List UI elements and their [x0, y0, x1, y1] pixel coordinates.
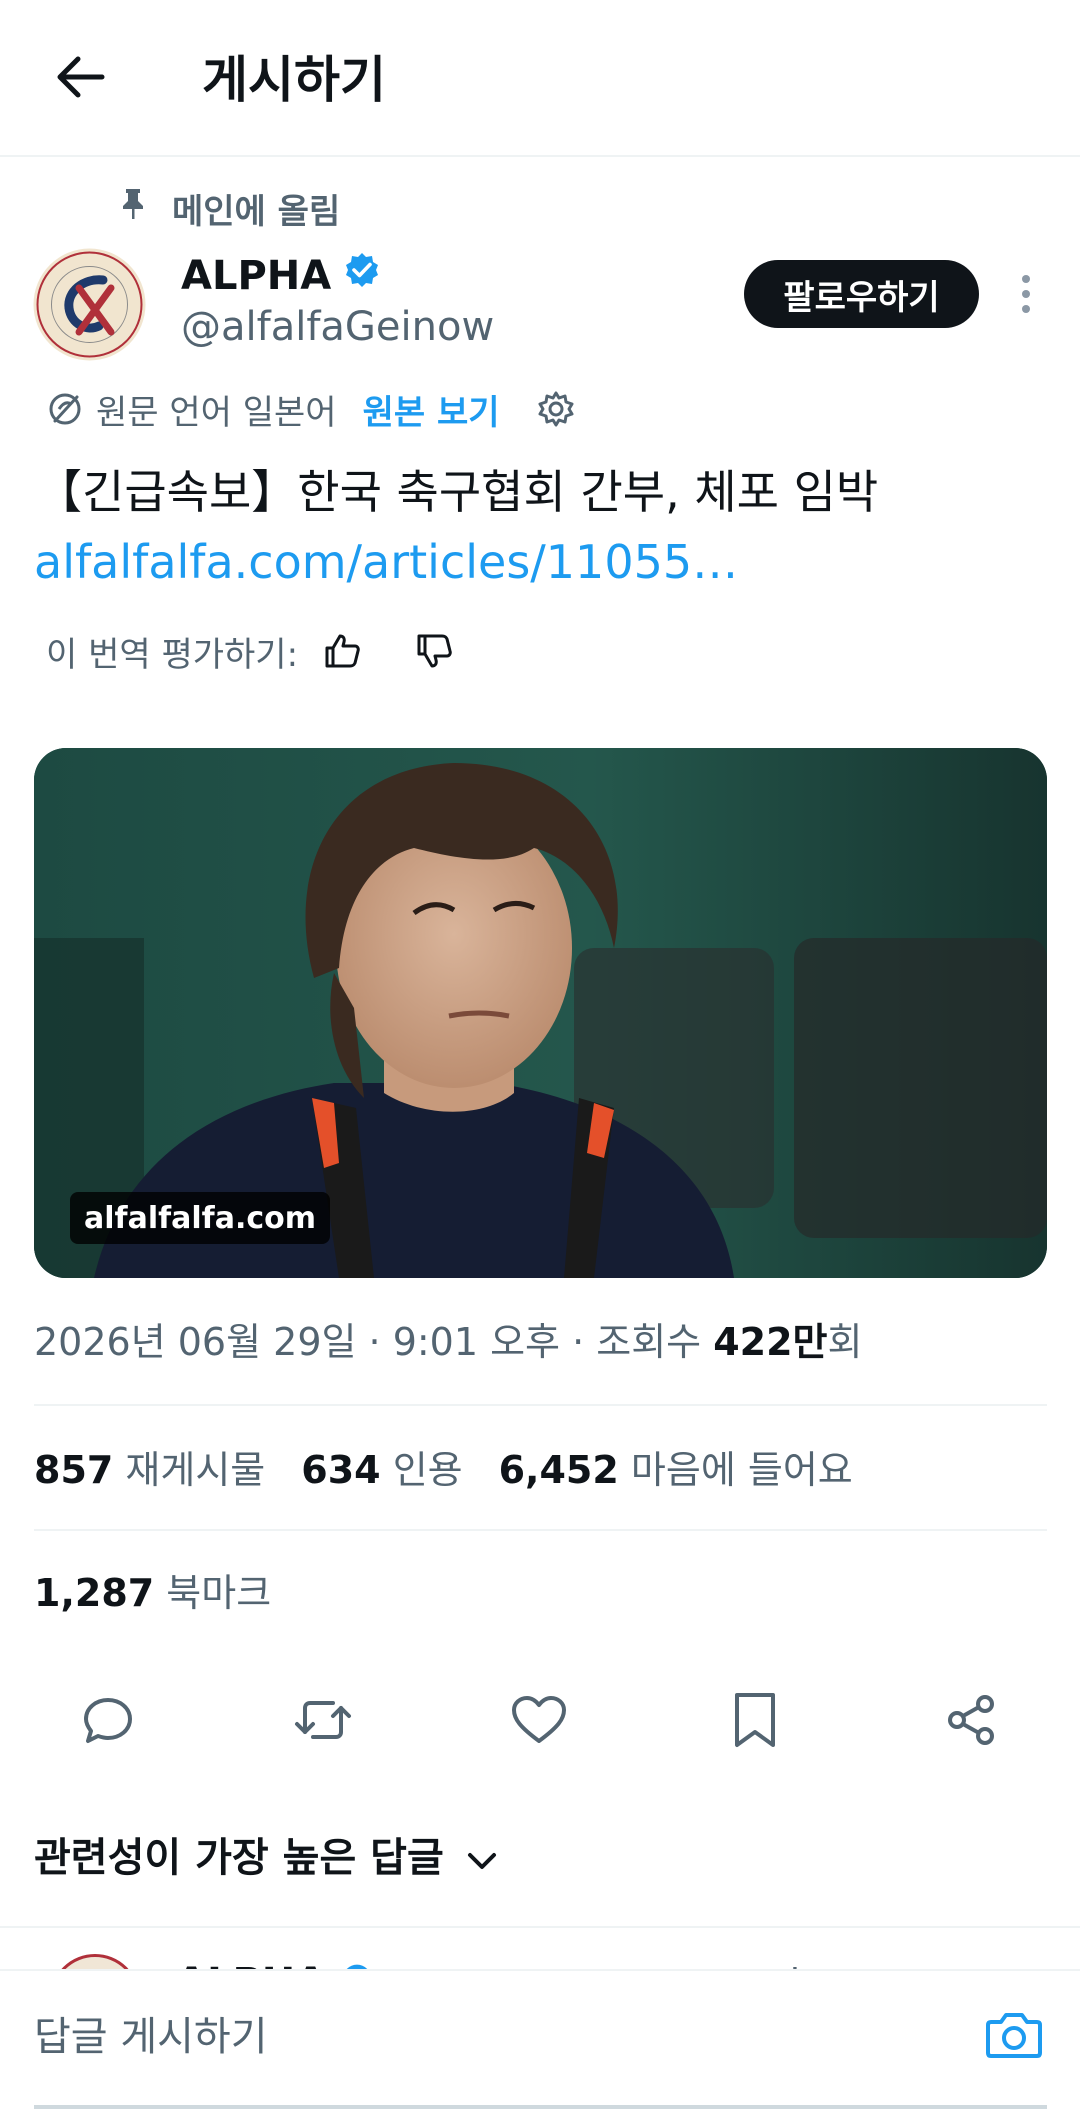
like-icon[interactable]: [499, 1680, 579, 1760]
thumbs-down-icon[interactable]: [414, 631, 454, 671]
divider: [34, 2105, 1047, 2109]
bookmark-count[interactable]: 1,287 북마크: [34, 1565, 271, 1621]
post-datetime: 2026년 06월 29일 · 9:01 오후 · 조회수: [34, 1320, 714, 1364]
translate-icon: [46, 390, 84, 428]
author-name: ALPHA: [181, 253, 332, 299]
thumbs-up-icon[interactable]: [322, 631, 362, 671]
gear-icon[interactable]: [536, 389, 576, 429]
reply-composer: 답글 게시하기: [0, 1969, 1080, 2109]
repost-count[interactable]: 857 재게시물: [34, 1442, 265, 1498]
translation-row: 원문 언어 일본어 원본 보기: [46, 384, 576, 434]
back-button[interactable]: [40, 44, 120, 114]
arrow-left-icon: [54, 55, 106, 103]
share-icon[interactable]: [931, 1680, 1011, 1760]
post-text: 【긴급속보】한국 축구협회 간부, 체포 임박: [36, 465, 879, 519]
chevron-down-icon: [466, 1830, 498, 1886]
quote-count[interactable]: 634 인용: [301, 1442, 462, 1498]
translation-info: 원문 언어 일본어: [96, 392, 337, 433]
like-count[interactable]: 6,452 마음에 들어요: [499, 1442, 853, 1498]
post-meta: 2026년 06월 29일 · 9:01 오후 · 조회수 422만회: [34, 1314, 863, 1370]
show-original-link[interactable]: 원본 보기: [363, 385, 500, 434]
action-bar: [0, 1680, 1080, 1760]
follow-button[interactable]: 팔로우하기: [744, 260, 979, 328]
pinned-label: 메인에 올림: [172, 191, 341, 232]
view-unit: 회: [827, 1320, 863, 1364]
replies-sort-dropdown[interactable]: 관련성이 가장 높은 답글: [34, 1830, 498, 1886]
divider: [34, 1529, 1047, 1531]
avatar[interactable]: [33, 248, 146, 361]
top-bar: 게시하기: [0, 0, 1080, 157]
pin-icon: [120, 187, 146, 230]
reply-icon[interactable]: [68, 1680, 148, 1760]
author-name-row[interactable]: ALPHA: [181, 251, 381, 301]
camera-icon[interactable]: [982, 2003, 1046, 2067]
repost-icon[interactable]: [283, 1680, 363, 1760]
verified-badge-icon: [343, 251, 381, 301]
page-title: 게시하기: [202, 51, 386, 109]
rate-translation-row: 이 번역 평가하기:: [46, 626, 454, 676]
rate-translation-label: 이 번역 평가하기:: [46, 634, 299, 675]
engagement-stats: 857 재게시물 634 인용 6,452 마음에 들어요: [34, 1442, 853, 1498]
pinned-indicator: 메인에 올림: [120, 186, 341, 232]
reply-input[interactable]: 답글 게시하기: [34, 2009, 268, 2065]
replies-sort-label: 관련성이 가장 높은 답글: [34, 1835, 444, 1881]
view-count: 422만: [713, 1320, 828, 1364]
author-handle[interactable]: @alfalfaGeinow: [181, 302, 494, 352]
more-options-icon[interactable]: [1006, 268, 1046, 320]
divider: [34, 1404, 1047, 1406]
post-image[interactable]: alfalfalfa.com: [34, 748, 1047, 1278]
post-link[interactable]: alfalfalfa.com/articles/11055…: [34, 530, 738, 594]
media-source-badge: alfalfalfa.com: [70, 1192, 331, 1244]
bookmark-icon[interactable]: [715, 1680, 795, 1760]
